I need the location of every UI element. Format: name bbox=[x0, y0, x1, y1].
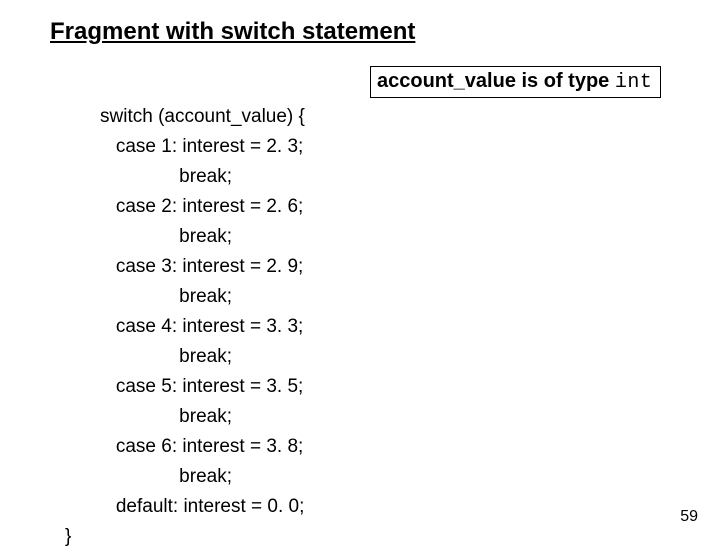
code-line: break; bbox=[100, 406, 232, 427]
code-line: break; bbox=[100, 346, 232, 367]
code-line: break; bbox=[100, 286, 232, 307]
note-text: account_value is of type bbox=[377, 70, 615, 92]
code-line: default: interest = 0. 0; bbox=[100, 496, 304, 517]
slide: Fragment with switch statement switch (a… bbox=[0, 0, 720, 540]
code-line: switch (account_value) { bbox=[100, 106, 305, 127]
slide-title: Fragment with switch statement bbox=[50, 18, 415, 46]
type-note: account_value is of type int bbox=[370, 66, 661, 98]
code-line: case 5: interest = 3. 5; bbox=[100, 376, 303, 397]
code-line: case 6: interest = 3. 8; bbox=[100, 436, 303, 457]
code-line: } bbox=[65, 522, 71, 552]
code-line: break; bbox=[100, 166, 232, 187]
note-type: int bbox=[615, 71, 653, 94]
code-line: break; bbox=[100, 226, 232, 247]
code-line: case 2: interest = 2. 6; bbox=[100, 196, 303, 217]
page-number: 59 bbox=[680, 508, 698, 526]
code-line: case 3: interest = 2. 9; bbox=[100, 256, 303, 277]
code-block: switch (account_value) { case 1: interes… bbox=[100, 72, 305, 552]
code-line: break; bbox=[100, 466, 232, 487]
code-line: case 1: interest = 2. 3; bbox=[100, 136, 303, 157]
code-line: case 4: interest = 3. 3; bbox=[100, 316, 303, 337]
